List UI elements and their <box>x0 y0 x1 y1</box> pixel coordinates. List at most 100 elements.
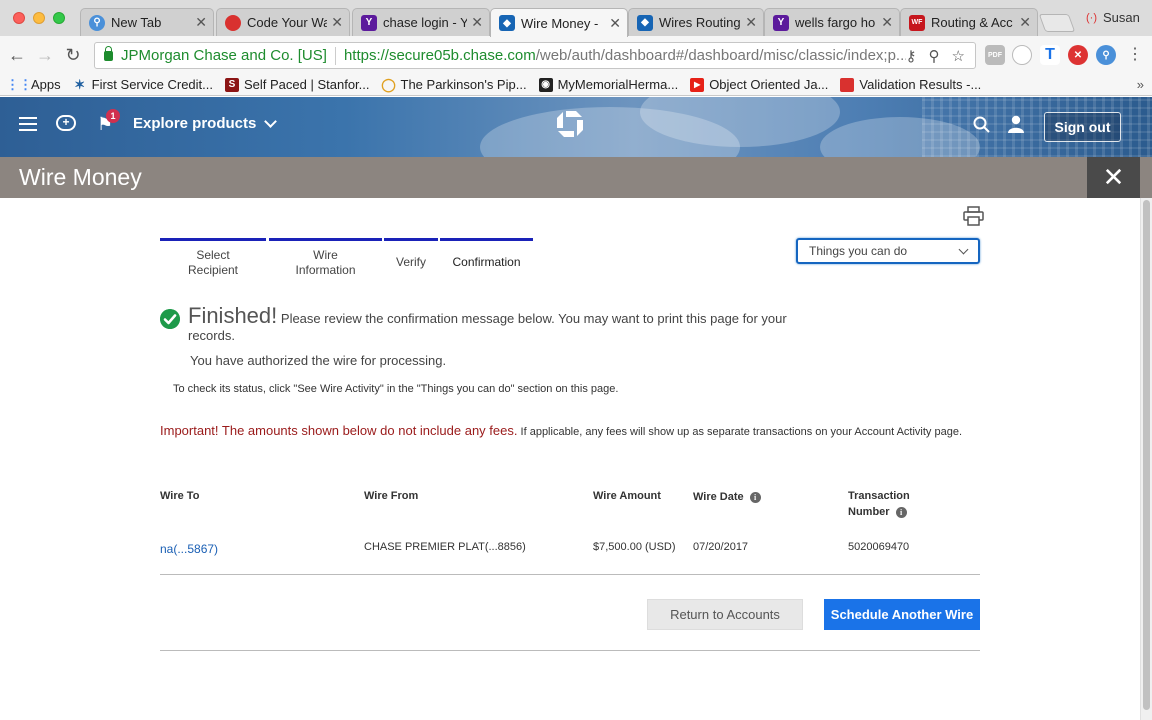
bookmarks-overflow-icon[interactable]: » <box>1137 77 1144 92</box>
bookmark-item[interactable]: Validation Results -... <box>840 77 981 92</box>
chase-icon: ◆ <box>499 15 515 31</box>
reload-icon[interactable]: ↻ <box>62 44 84 66</box>
browser-toolbar: ← → ↻ JPMorgan Chase and Co. [US] https:… <box>0 36 1152 74</box>
dropdown-value: Things you can do <box>809 244 908 258</box>
person-icon: ✶ <box>74 76 86 92</box>
omnibox-icons: ⚷ ⚲ ☆ <box>905 47 965 65</box>
extension-circle-icon[interactable] <box>1012 45 1032 65</box>
divider <box>160 574 980 575</box>
browser-tab[interactable]: Y wells fargo ho ✕ <box>764 8 900 36</box>
finished-heading: Finished! <box>188 303 278 328</box>
search-icon[interactable] <box>973 116 990 133</box>
tab-close-icon[interactable]: ✕ <box>471 14 483 31</box>
close-icon[interactable]: ✕ <box>1087 157 1140 198</box>
bookmark-label: The Parkinson's Pip... <box>400 77 527 92</box>
yahoo-icon: Y <box>361 14 377 31</box>
block-extension-icon[interactable]: ✕ <box>1068 45 1088 65</box>
bookmark-item[interactable]: S Self Paced | Stanfor... <box>225 77 370 92</box>
step-select-recipient: Select Recipient <box>160 238 266 278</box>
wire-from-value: CHASE PREMIER PLAT(...8856) <box>364 541 526 553</box>
tab-title: New Tab <box>111 15 162 30</box>
tab-close-icon[interactable]: ✕ <box>881 14 893 31</box>
back-arrow-icon[interactable]: ← <box>6 44 28 66</box>
stanford-icon: S <box>225 77 239 92</box>
bookmark-item[interactable]: ◉ MyMemorialHerma... <box>538 77 679 92</box>
tab-close-icon[interactable]: ✕ <box>609 15 621 32</box>
tab-close-icon[interactable]: ✕ <box>1019 14 1031 31</box>
page-title: Wire Money <box>19 164 142 190</box>
window-close-button[interactable] <box>13 12 25 24</box>
search-extension-icon[interactable]: ⚲ <box>1096 45 1116 65</box>
explore-products-menu[interactable]: Explore products <box>133 114 278 132</box>
chevron-down-icon <box>958 244 969 254</box>
tab-title: Code Your Wa <box>247 15 328 30</box>
scrollbar-thumb[interactable] <box>1143 200 1150 710</box>
things-you-can-do-dropdown[interactable]: Things you can do <box>796 238 980 264</box>
t-extension-icon[interactable]: T <box>1040 45 1060 65</box>
forward-arrow-icon[interactable]: → <box>34 44 56 66</box>
menu-kebab-icon[interactable]: ⋮ <box>1124 44 1146 66</box>
chevron-down-icon <box>264 114 278 128</box>
new-tab-button[interactable] <box>1038 14 1076 32</box>
bookmark-item[interactable]: ◯ The Parkinson's Pip... <box>381 76 527 93</box>
schedule-another-wire-button[interactable]: Schedule Another Wire <box>824 599 980 630</box>
tab-close-icon[interactable]: ✕ <box>745 14 757 31</box>
bookmark-item[interactable]: ▶ Object Oriented Ja... <box>690 77 828 92</box>
apps-grid-icon: ⋮⋮ <box>6 76 32 92</box>
page-title-bar: Wire Money ✕ <box>0 157 1152 198</box>
bookmark-label: MyMemorialHerma... <box>557 77 679 92</box>
column-header-wire-from: Wire From <box>364 490 419 502</box>
step-label: Confirmation <box>452 255 521 269</box>
profile-menu[interactable]: (·) Susan <box>1086 10 1140 25</box>
browser-tab[interactable]: WF Routing & Acc ✕ <box>900 8 1038 36</box>
step-confirmation: Confirmation <box>440 238 533 270</box>
wire-date-value: 07/20/2017 <box>693 541 749 553</box>
search-icon: ⚲ <box>89 14 105 31</box>
bookmark-apps[interactable]: ⋮⋮ Apps <box>6 76 61 93</box>
page-scrollbar[interactable] <box>1140 198 1152 720</box>
tab-close-icon[interactable]: ✕ <box>195 14 207 31</box>
transaction-number-value: 5020069470 <box>848 541 910 553</box>
fees-notice: Important! The amounts shown below do no… <box>160 423 990 440</box>
window-maximize-button[interactable] <box>53 12 65 24</box>
print-icon[interactable] <box>963 206 984 226</box>
profile-name: Susan <box>1103 10 1140 25</box>
column-header-wire-to: Wire To <box>160 490 200 502</box>
youtube-icon: ▶ <box>690 77 705 92</box>
tab-title: Wire Money - <box>521 15 599 31</box>
browser-tab[interactable]: ⚲ New Tab ✕ <box>80 8 214 36</box>
wells-fargo-icon: WF <box>909 14 925 31</box>
bookmark-item[interactable]: ✶ First Service Credit... <box>73 76 213 93</box>
sign-out-button[interactable]: Sign out <box>1044 112 1121 142</box>
return-to-accounts-button[interactable]: Return to Accounts <box>647 599 803 630</box>
memorial-icon: ◉ <box>538 77 553 92</box>
success-check-icon <box>160 309 180 329</box>
divider <box>160 650 980 651</box>
tab-close-icon[interactable]: ✕ <box>331 14 343 31</box>
pdf-extension-icon[interactable]: PDF <box>985 45 1005 65</box>
user-icon[interactable] <box>1007 115 1025 133</box>
browser-tab-active[interactable]: ◆ Wire Money - ✕ <box>490 8 628 37</box>
address-bar[interactable]: JPMorgan Chase and Co. [US] https://secu… <box>94 42 976 69</box>
wire-to-link[interactable]: na(...5867) <box>160 542 218 556</box>
window-minimize-button[interactable] <box>33 12 45 24</box>
info-icon[interactable]: i <box>749 491 761 503</box>
key-icon[interactable]: ⚷ <box>906 47 917 65</box>
tab-title: chase login - Y <box>383 15 468 30</box>
info-icon[interactable]: i <box>895 506 907 518</box>
chase-logo-icon[interactable] <box>556 110 584 138</box>
chat-icon[interactable]: + <box>56 115 76 131</box>
browser-tab[interactable]: Code Your Wa ✕ <box>216 8 350 36</box>
zoom-icon[interactable]: ⚲ <box>929 47 940 65</box>
browser-tab[interactable]: Y chase login - Y ✕ <box>352 8 490 36</box>
authorized-message: You have authorized the wire for process… <box>190 353 447 368</box>
browser-tabstrip: ⚲ New Tab ✕ Code Your Wa ✕ Y chase login… <box>0 0 1152 37</box>
hamburger-menu-icon[interactable] <box>19 117 37 131</box>
fees-notice-warning: Important! The amounts shown below do no… <box>160 423 518 438</box>
wire-date-label: Wire Date <box>693 491 744 503</box>
bookmark-label: Self Paced | Stanfor... <box>244 77 370 92</box>
ribbon-icon: ◯ <box>381 76 396 92</box>
browser-tab[interactable]: ◆ Wires Routing ✕ <box>628 8 764 36</box>
star-icon[interactable]: ☆ <box>952 47 965 65</box>
ev-certificate-name: JPMorgan Chase and Co. [US] <box>121 47 327 64</box>
